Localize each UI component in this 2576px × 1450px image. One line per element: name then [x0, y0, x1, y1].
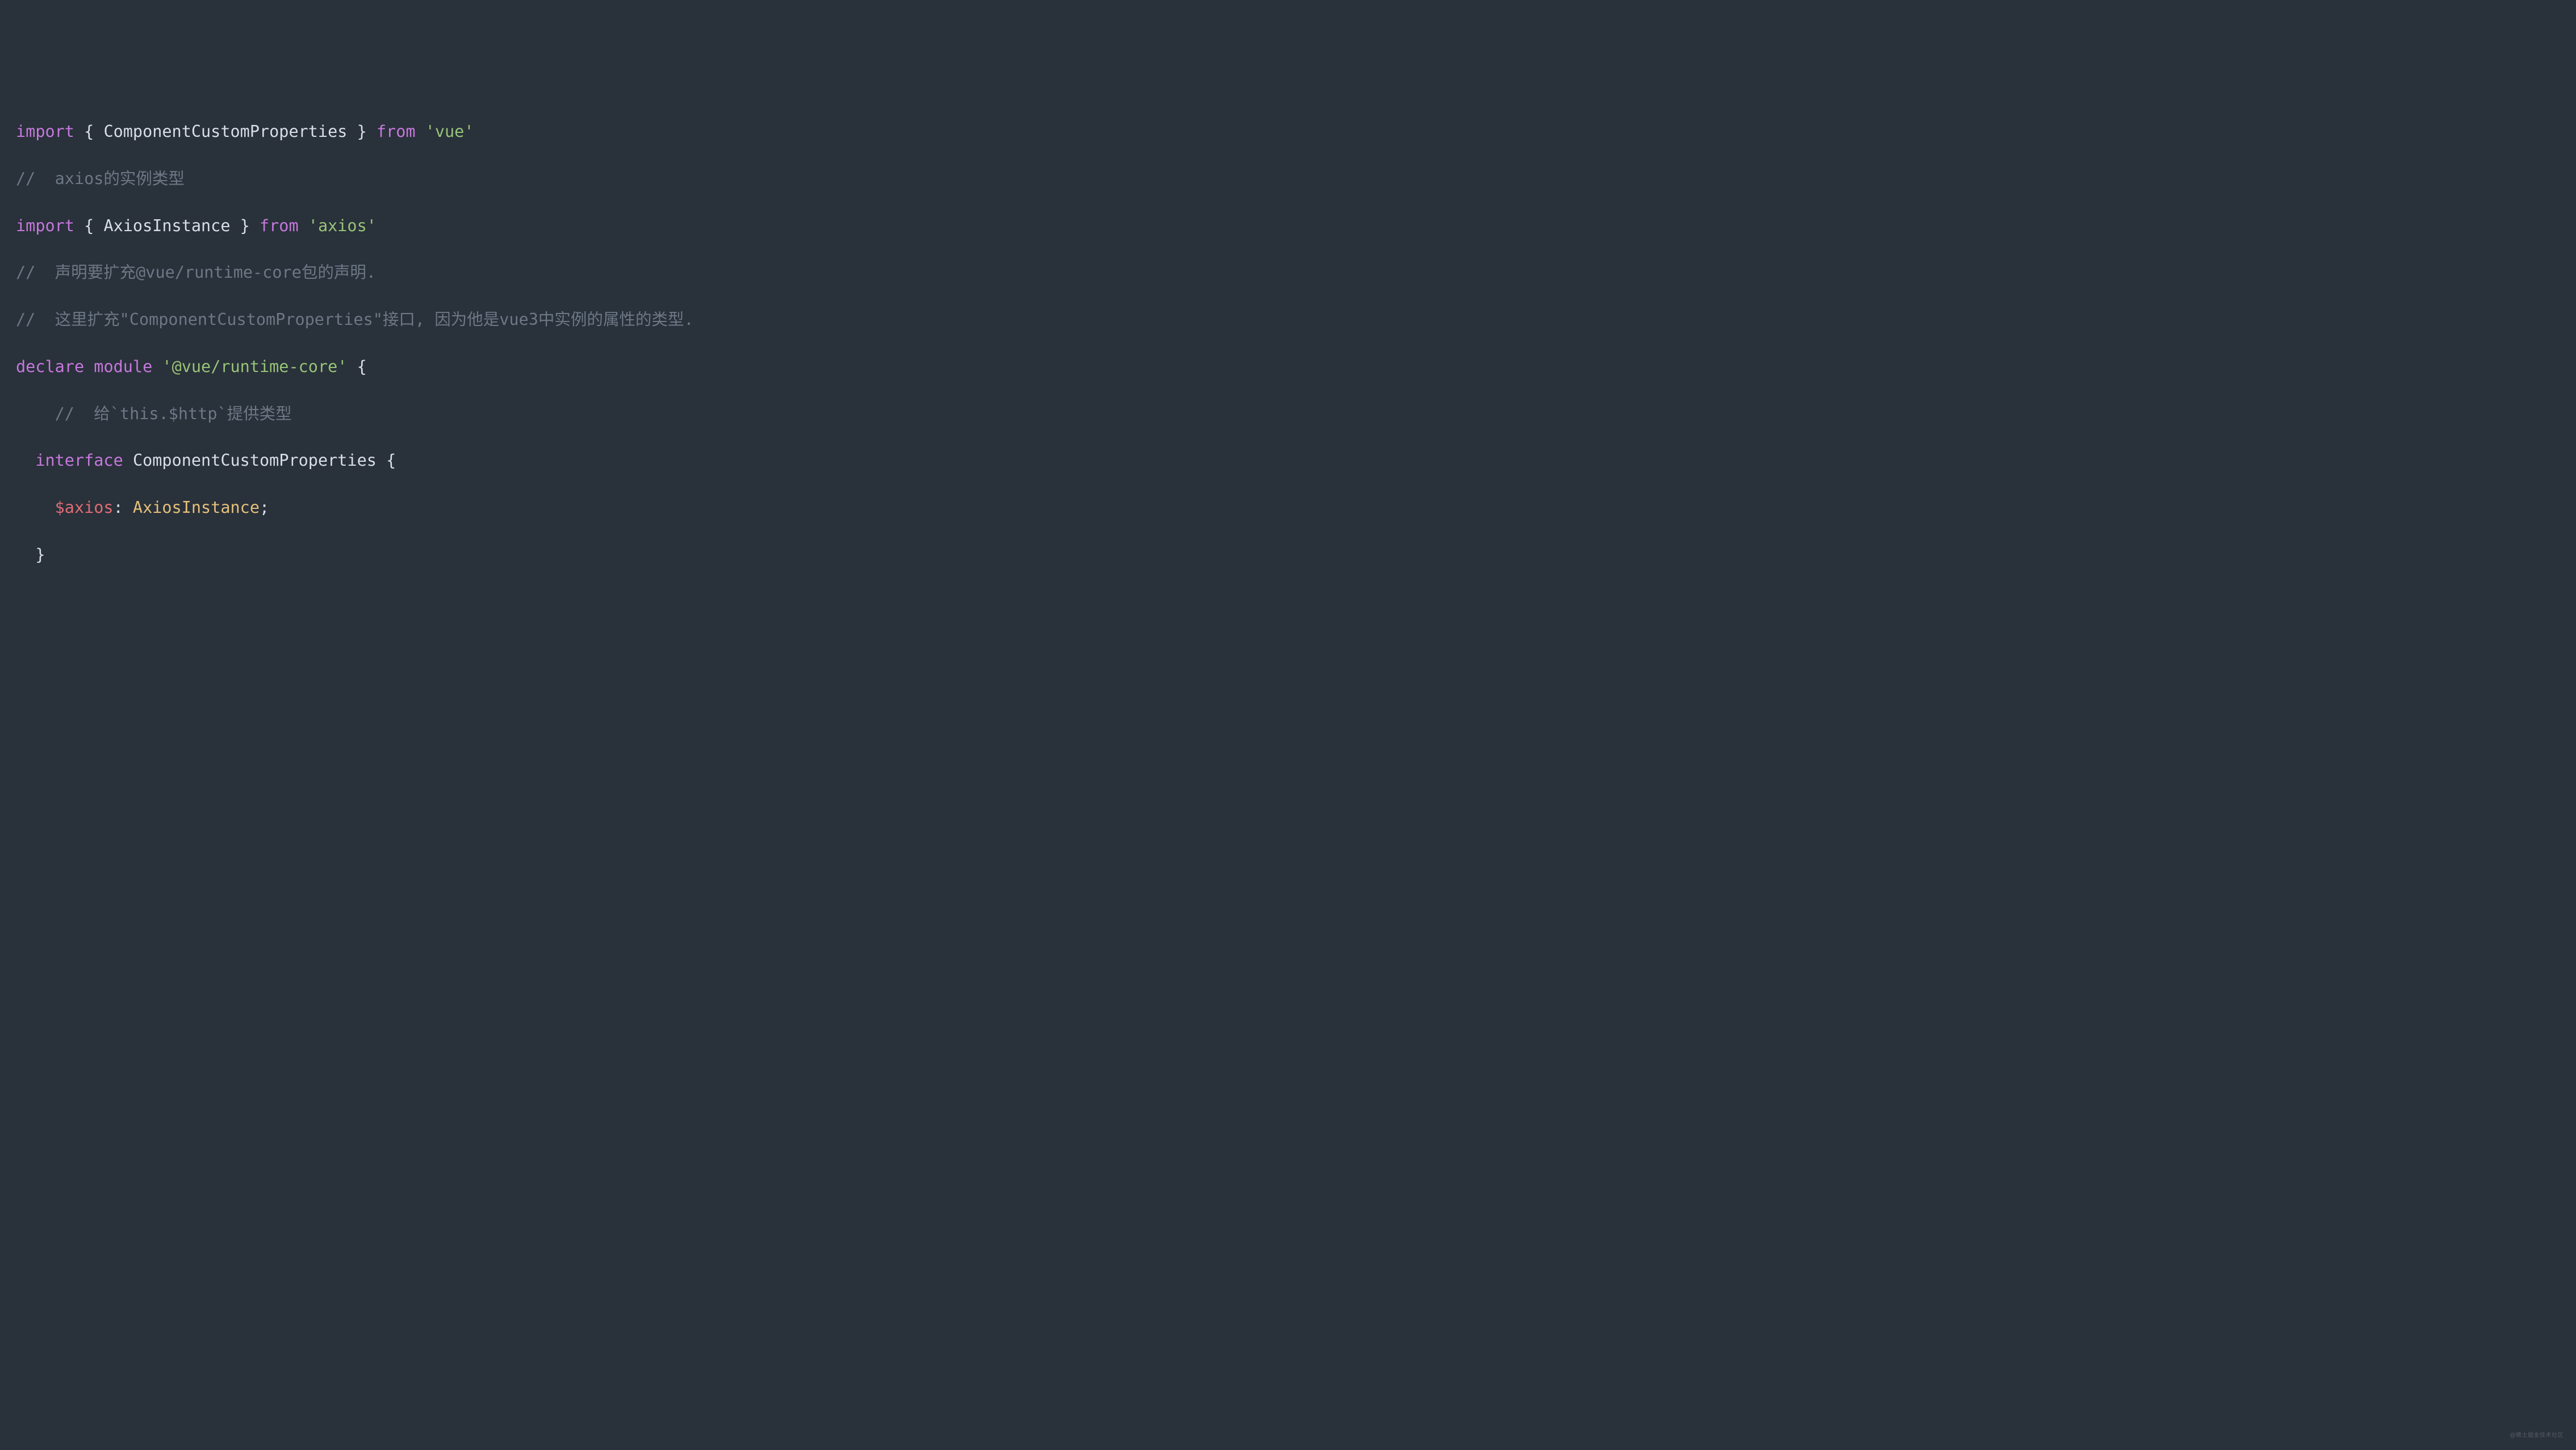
code-line-10: } [16, 543, 2560, 567]
keyword-import: import [16, 122, 74, 141]
code-line-2: // axios的实例类型 [16, 167, 2560, 191]
code-line-8: interface ComponentCustomProperties { [16, 449, 2560, 473]
keyword-interface: interface [35, 451, 123, 470]
string-literal: 'axios' [308, 216, 377, 235]
comment: // 这里扩充"ComponentCustomProperties"接口, 因为… [16, 310, 694, 329]
indent [16, 404, 55, 423]
code-line-4: // 声明要扩充@vue/runtime-core包的声明. [16, 261, 2560, 285]
comment: // 给`this.$http`提供类型 [55, 404, 292, 423]
code-line-3: import { AxiosInstance } from 'axios' [16, 214, 2560, 239]
space [123, 451, 133, 470]
field-name: $axios [55, 498, 114, 517]
watermark: @稀土掘金技术社区 [2510, 1431, 2564, 1440]
semicolon: ; [260, 498, 269, 517]
keyword-from: from [260, 216, 299, 235]
keyword-declare: declare [16, 357, 84, 376]
space [347, 357, 357, 376]
brace: { [74, 216, 103, 235]
code-line-5: // 这里扩充"ComponentCustomProperties"接口, 因为… [16, 308, 2560, 332]
keyword-from: from [377, 122, 416, 141]
colon: : [114, 498, 133, 517]
brace: { [386, 451, 396, 470]
brace: } [347, 122, 376, 141]
string-literal: '@vue/runtime-core' [162, 357, 347, 376]
brace: } [231, 216, 260, 235]
identifier: ComponentCustomProperties [103, 122, 347, 141]
code-line-1: import { ComponentCustomProperties } fro… [16, 120, 2560, 144]
brace: { [357, 357, 367, 376]
comment: // axios的实例类型 [16, 169, 185, 188]
indent [16, 545, 35, 564]
identifier: AxiosInstance [103, 216, 230, 235]
brace: { [74, 122, 103, 141]
indent [16, 498, 55, 517]
identifier: ComponentCustomProperties [133, 451, 377, 470]
indent [16, 451, 35, 470]
keyword-import: import [16, 216, 74, 235]
comment: // 声明要扩充@vue/runtime-core包的声明. [16, 263, 376, 282]
code-line-9: $axios: AxiosInstance; [16, 496, 2560, 520]
string-literal: 'vue' [425, 122, 474, 141]
space [299, 216, 308, 235]
space [84, 357, 94, 376]
code-line-6: declare module '@vue/runtime-core' { [16, 355, 2560, 379]
space [416, 122, 425, 141]
space [152, 357, 162, 376]
space [377, 451, 386, 470]
brace: } [35, 545, 45, 564]
keyword-module: module [94, 357, 152, 376]
code-line-7: // 给`this.$http`提供类型 [16, 402, 2560, 427]
type-ref: AxiosInstance [133, 498, 260, 517]
